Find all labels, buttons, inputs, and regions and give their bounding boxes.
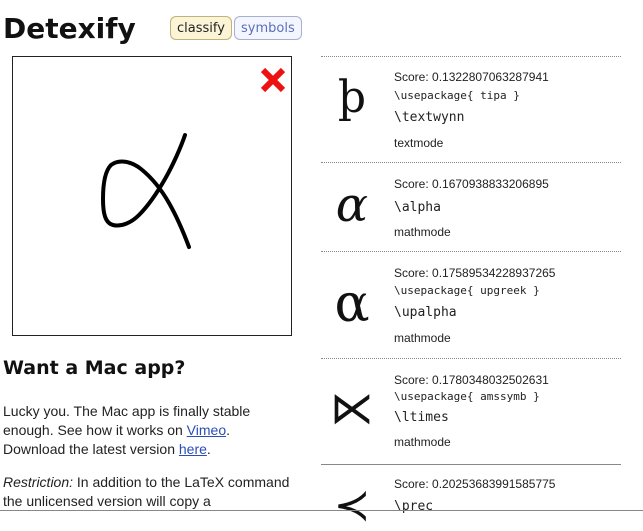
- page-bottom-border: [0, 510, 643, 511]
- result-glyph: α: [335, 177, 369, 233]
- result-score: Score: 0.1780348032502631: [394, 373, 549, 387]
- result-item[interactable]: α Score: 0.17589534228937265 \usepackage…: [321, 252, 621, 359]
- result-command: \prec: [394, 499, 434, 514]
- clear-canvas-button[interactable]: [258, 65, 288, 95]
- app-logo: Detexify: [3, 12, 136, 45]
- restriction-paragraph: Restriction: In addition to the LaTeX co…: [3, 473, 303, 511]
- result-glyph: þ: [337, 72, 367, 123]
- result-mode: mathmode: [394, 435, 451, 449]
- drawing-canvas[interactable]: [12, 56, 292, 336]
- mac-app-heading: Want a Mac app?: [3, 357, 186, 379]
- result-score: Score: 0.1670938833206895: [394, 177, 549, 191]
- nav-classify-button[interactable]: classify: [170, 16, 232, 40]
- result-package: \usepackage{ amssymb }: [394, 390, 540, 403]
- result-item[interactable]: ≺ Score: 0.20253683991585775 \prec: [321, 465, 621, 531]
- result-score: Score: 0.17589534228937265: [394, 266, 556, 280]
- result-command: \alpha: [394, 200, 441, 215]
- mac-para-text-3: .: [206, 441, 211, 457]
- result-mode: mathmode: [394, 331, 451, 345]
- nav-symbols-button[interactable]: symbols: [234, 16, 302, 40]
- result-score: Score: 0.20253683991585775: [394, 477, 556, 491]
- result-glyph: ≺: [333, 480, 371, 531]
- result-mode: textmode: [394, 136, 444, 150]
- drawn-stroke: [101, 133, 191, 249]
- result-item[interactable]: ⋉ Score: 0.1780348032502631 \usepackage{…: [321, 359, 621, 465]
- result-glyph: ⋉: [330, 383, 374, 434]
- result-command: \textwynn: [394, 110, 465, 125]
- result-item[interactable]: þ Score: 0.1322807063287941 \usepackage{…: [321, 57, 621, 163]
- result-package: \usepackage{ tipa }: [394, 89, 520, 102]
- result-command: \ltimes: [394, 410, 449, 425]
- result-glyph: α: [334, 274, 370, 334]
- vimeo-link[interactable]: Vimeo: [187, 422, 226, 438]
- result-package: \usepackage{ upgreek }: [394, 284, 540, 297]
- result-item[interactable]: α Score: 0.1670938833206895 \alpha mathm…: [321, 163, 621, 252]
- result-command: \upalpha: [394, 305, 457, 320]
- mac-app-paragraph: Lucky you. The Mac app is finally stable…: [3, 402, 293, 459]
- result-score: Score: 0.1322807063287941: [394, 70, 549, 84]
- close-x-icon: [260, 67, 286, 93]
- restriction-label: Restriction:: [3, 474, 74, 490]
- download-here-link[interactable]: here: [179, 441, 207, 457]
- result-mode: mathmode: [394, 225, 451, 239]
